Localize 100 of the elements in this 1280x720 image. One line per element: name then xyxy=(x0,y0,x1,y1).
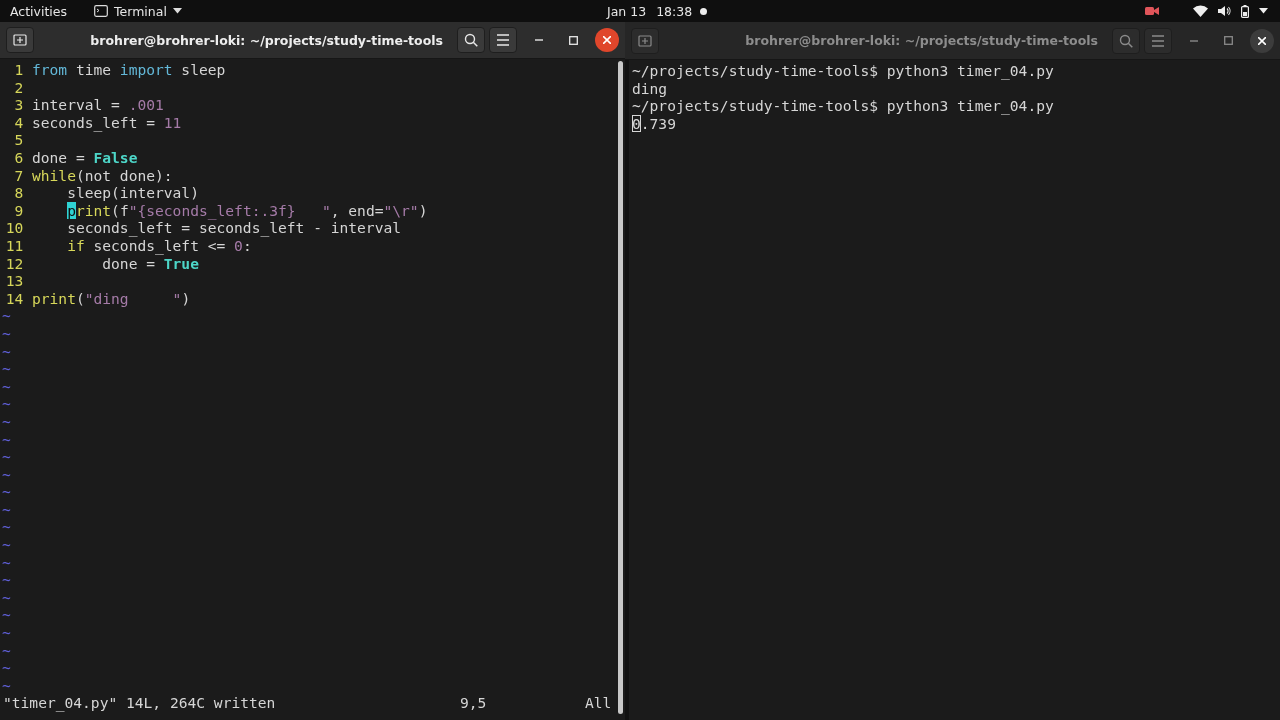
code-text: interval = xyxy=(32,96,121,114)
line-number: 7 xyxy=(13,166,24,185)
window-title: brohrer@brohrer-loki: ~/projects/study-time-tools xyxy=(90,32,444,48)
code-text: 0 xyxy=(234,236,243,254)
code-text: sleep(interval) xyxy=(66,184,199,202)
code-text: "\r" xyxy=(383,201,419,219)
empty-line-marker: ~ xyxy=(2,606,11,624)
search-icon xyxy=(1119,33,1133,48)
code-text: : xyxy=(242,236,252,254)
empty-line-marker: ~ xyxy=(2,412,11,430)
empty-line-marker: ~ xyxy=(2,395,11,413)
code-text: done = xyxy=(32,149,86,166)
line-number: 9 xyxy=(13,201,24,220)
empty-line-marker: ~ xyxy=(2,588,11,606)
cursor-position: 9,5 xyxy=(460,694,488,712)
battery-icon[interactable] xyxy=(1241,4,1249,18)
code-text: time xyxy=(74,61,113,79)
code-text: "ding " xyxy=(84,289,182,307)
code-text: "{seconds_left:.3f} " xyxy=(128,201,331,219)
code-text: False xyxy=(93,149,138,166)
code-text: (f xyxy=(111,201,129,219)
code-text: while xyxy=(32,166,76,184)
empty-line-marker: ~ xyxy=(2,465,11,483)
empty-line-marker: ~ xyxy=(2,500,11,518)
activities-button[interactable]: Activities xyxy=(10,3,68,19)
clock[interactable]: Jan 13 18:38 xyxy=(607,3,708,19)
terminal-icon xyxy=(94,5,109,17)
menu-icon xyxy=(1151,33,1165,48)
code-text: ding xyxy=(632,79,668,97)
empty-line-marker: ~ xyxy=(2,536,11,554)
minimize-icon xyxy=(535,39,543,41)
line-number: 12 xyxy=(4,254,24,273)
scroll-indicator: All xyxy=(585,694,612,712)
wifi-icon[interactable] xyxy=(1193,5,1208,17)
dot-icon xyxy=(700,7,708,15)
new-tab-icon xyxy=(638,33,652,48)
line-number: 5 xyxy=(13,131,24,149)
code-text: 11 xyxy=(163,113,182,131)
camera-icon[interactable] xyxy=(1145,6,1159,16)
code-text: seconds_left = xyxy=(32,113,156,131)
empty-line-marker: ~ xyxy=(2,641,11,659)
code-text: ~/projects/study-time-tools$ python3 timer_04.py xyxy=(632,97,1054,115)
code-text: print xyxy=(32,289,76,307)
empty-line-marker: ~ xyxy=(2,571,11,589)
close-icon xyxy=(603,36,611,44)
line-number: 8 xyxy=(13,184,24,202)
menu-icon xyxy=(496,33,510,47)
minimize-icon xyxy=(1190,39,1198,42)
maximize-icon xyxy=(568,35,578,45)
empty-line-marker: ~ xyxy=(2,448,11,466)
empty-line-marker: ~ xyxy=(2,360,11,378)
line-number: 3 xyxy=(13,96,24,114)
line-number: 4 xyxy=(13,113,24,132)
code-text: , end= xyxy=(330,201,384,219)
line-number: 6 xyxy=(13,149,24,167)
code-text: sleep xyxy=(180,61,226,79)
empty-line-marker: ~ xyxy=(2,624,11,642)
volume-icon[interactable] xyxy=(1218,5,1231,17)
empty-line-marker: ~ xyxy=(2,518,11,536)
empty-line-marker: ~ xyxy=(2,377,11,395)
search-button[interactable] xyxy=(457,27,485,53)
maximize-icon xyxy=(1223,36,1233,45)
line-number: 11 xyxy=(4,236,24,255)
code-text: True xyxy=(163,254,199,272)
empty-line-marker: ~ xyxy=(2,676,11,694)
system-menu-caret-icon[interactable] xyxy=(1259,8,1268,14)
code-text: from xyxy=(32,61,68,79)
line-number: 10 xyxy=(4,219,24,237)
code-text: ) xyxy=(418,201,428,219)
code-text: if xyxy=(66,236,85,254)
empty-line-marker: ~ xyxy=(2,307,11,325)
window-title: brohrer@brohrer-loki: ~/projects/study-time-tools xyxy=(745,33,1099,48)
empty-line-marker: ~ xyxy=(2,659,11,677)
empty-line-marker: ~ xyxy=(2,430,11,448)
code-text: .001 xyxy=(128,96,164,114)
status-message: "timer_04.py" 14L, 264C written xyxy=(3,694,277,712)
close-button[interactable] xyxy=(1250,28,1274,53)
code-text: seconds_left <= xyxy=(93,236,226,254)
code-text: ( xyxy=(75,289,85,307)
code-text: 0.739 xyxy=(632,114,676,132)
scrollbar[interactable] xyxy=(618,61,623,714)
code-text: ~/projects/study-time-tools$ python3 timer_04.py xyxy=(632,62,1054,79)
new-tab-button[interactable] xyxy=(6,27,34,53)
new-tab-icon xyxy=(13,33,27,47)
new-tab-button[interactable] xyxy=(631,27,659,54)
code-text: import xyxy=(119,61,173,79)
empty-line-marker: ~ xyxy=(2,342,11,360)
text-cursor: p xyxy=(67,201,76,219)
search-icon xyxy=(464,33,478,47)
code-text: ) xyxy=(181,289,191,307)
app-menu[interactable]: Terminal xyxy=(94,3,182,19)
line-number: 13 xyxy=(4,272,24,290)
caret-icon xyxy=(172,8,182,14)
menu-button[interactable] xyxy=(489,27,517,53)
code-text: done = xyxy=(102,254,155,272)
code-text: (not done): xyxy=(75,166,173,184)
line-number: 2 xyxy=(13,78,24,97)
close-button[interactable] xyxy=(595,28,619,52)
code-text: seconds_left = seconds_left - interval xyxy=(66,219,401,237)
line-number: 14 xyxy=(4,289,24,308)
